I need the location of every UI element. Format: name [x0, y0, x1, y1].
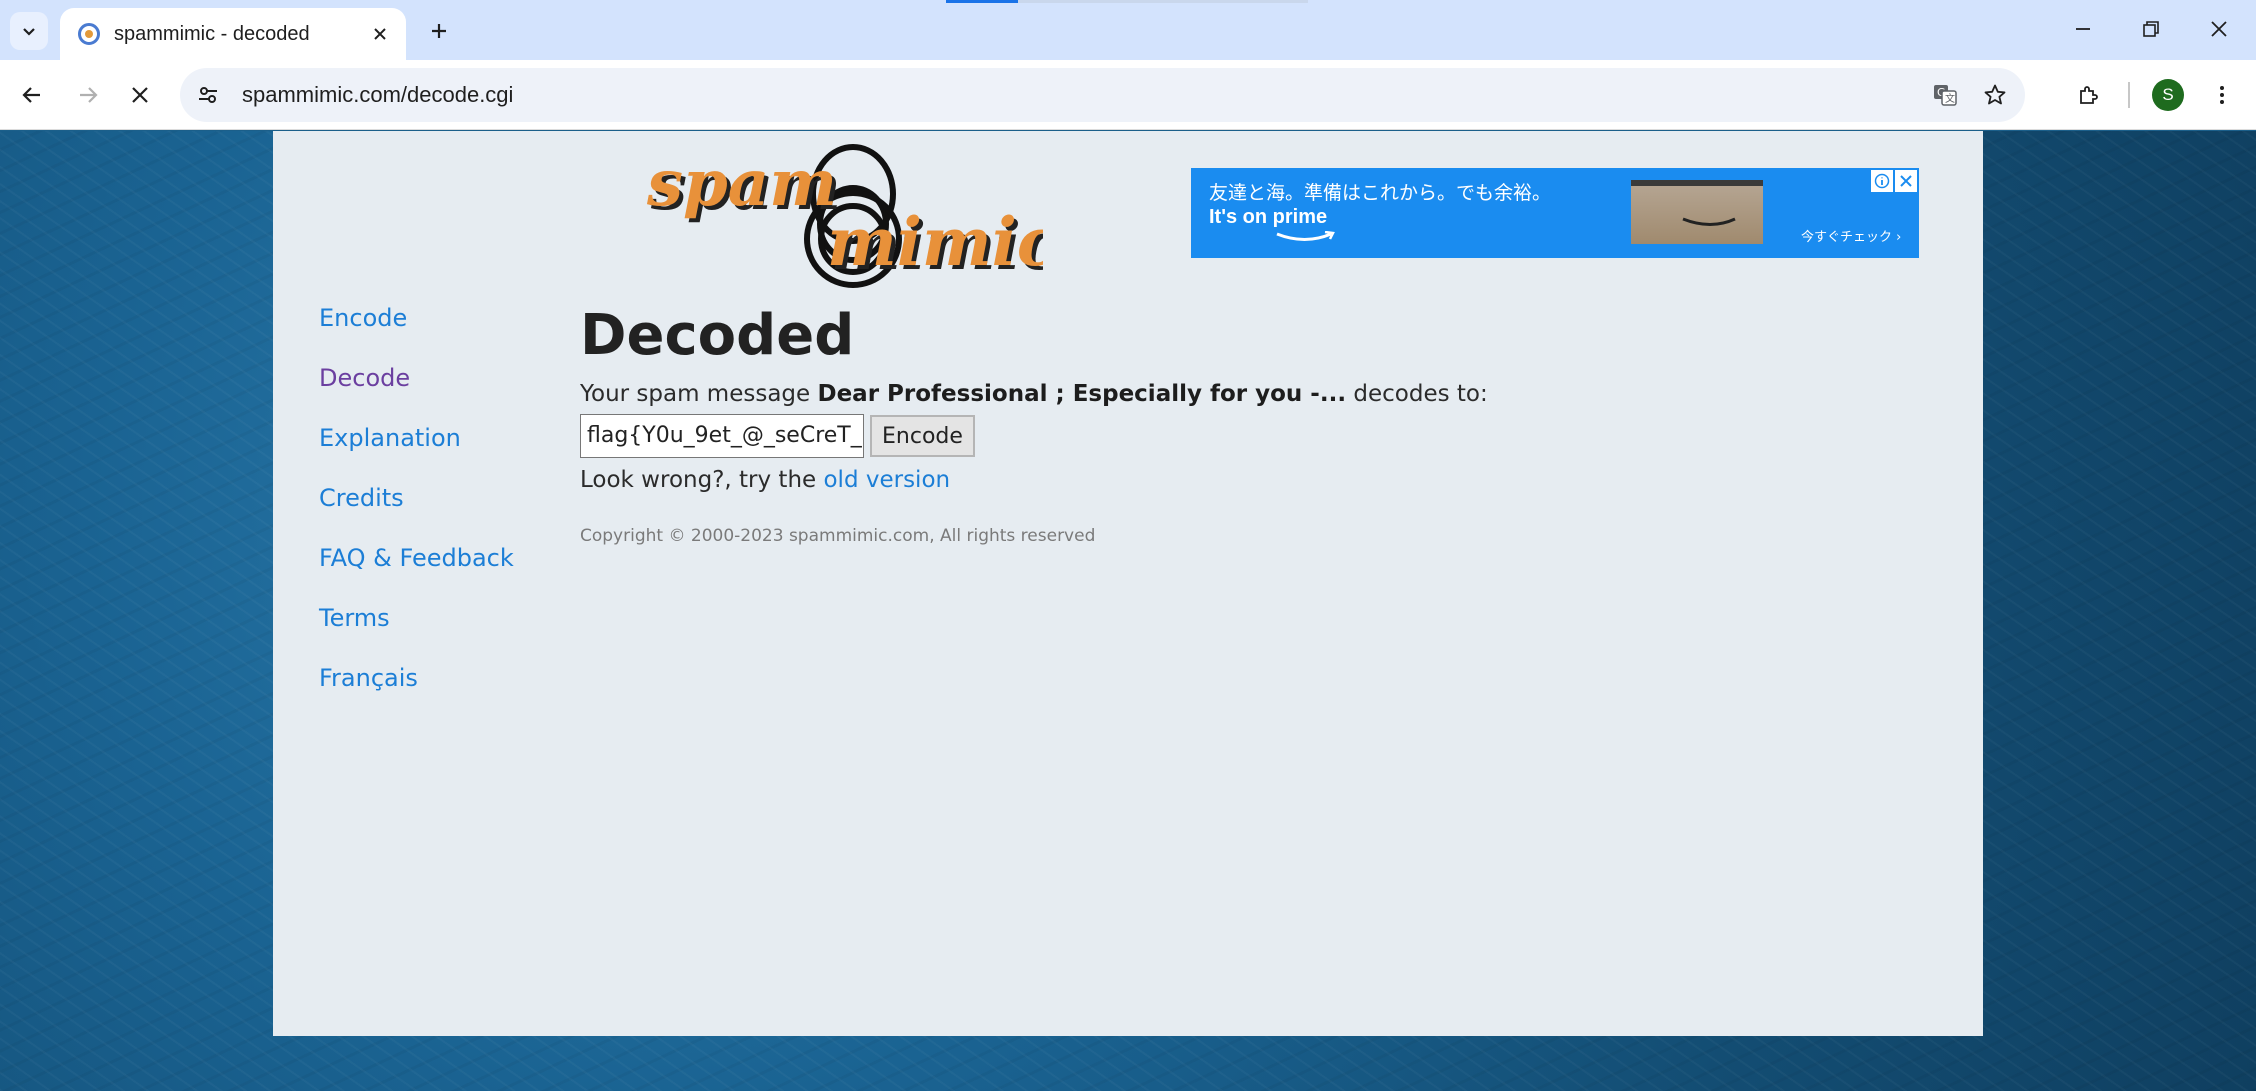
amazon-smile-icon — [1682, 217, 1736, 226]
spam-message-preview: Dear Professional ; Especially for you -… — [817, 381, 1347, 407]
look-wrong-text: Look wrong?, try the old version — [580, 460, 1780, 500]
minimize-button[interactable] — [2050, 8, 2116, 50]
browser-tab[interactable]: spammimic - decoded — [60, 8, 406, 60]
minimize-icon — [2076, 28, 2090, 30]
tab-close-button[interactable] — [364, 18, 396, 50]
ad-cta-link[interactable]: 今すぐチェック › — [1801, 226, 1901, 245]
decode-result-text: Your spam message Dear Professional ; Es… — [580, 376, 1780, 412]
browser-menu-button[interactable] — [2200, 73, 2244, 117]
restore-button[interactable] — [2118, 8, 2184, 50]
result-prefix: Your spam message — [580, 381, 818, 407]
amazon-smile-icon — [1276, 231, 1335, 241]
ad-prime-text: It's on prime — [1209, 206, 1328, 228]
spammimic-logo[interactable]: spam spam mimic mimic — [643, 139, 1043, 289]
look-wrong-prefix: Look wrong?, try the — [580, 467, 824, 493]
puzzle-icon — [2080, 86, 2098, 104]
close-window-button[interactable] — [2186, 8, 2252, 50]
arrow-left-icon — [22, 87, 40, 103]
tab-strip-divider — [1018, 0, 1308, 3]
close-icon — [132, 87, 148, 103]
url-text: spammimic.com/decode.cgi — [242, 82, 514, 107]
result-suffix: decodes to: — [1346, 381, 1488, 407]
address-bar[interactable]: spammimic.com/decode.cgi G文 — [180, 68, 2025, 122]
tab-title: spammimic - decoded — [114, 22, 310, 45]
logo-text-mimic: mimic — [827, 203, 1043, 281]
tab-loading-indicator — [946, 0, 1018, 3]
tab-strip: spammimic - decoded — [0, 0, 2256, 60]
page-title: Decoded — [580, 303, 855, 368]
page-viewport: spam spam mimic mimic 友達と海。準備はこれから。でも余裕。… — [0, 131, 2256, 1091]
ad-package-image — [1631, 180, 1763, 244]
site-info-button[interactable] — [186, 73, 230, 117]
sidebar-item-terms[interactable]: Terms — [319, 601, 539, 661]
close-icon — [374, 28, 386, 40]
sidebar-item-faq-feedback[interactable]: FAQ & Feedback — [319, 541, 539, 601]
info-icon — [1874, 173, 1890, 189]
ad-info-button[interactable] — [1871, 170, 1893, 192]
close-icon — [1900, 175, 1912, 187]
encode-button[interactable]: Encode — [870, 415, 975, 457]
bookmark-button[interactable] — [1975, 75, 2015, 115]
ad-headline: 友達と海。準備はこれから。でも余裕。 — [1209, 182, 1552, 204]
advertisement-banner[interactable]: 友達と海。準備はこれから。でも余裕。 It's on prime 今すぐチェック… — [1191, 168, 1919, 258]
browser-toolbar: spammimic.com/decode.cgi G文 S — [0, 60, 2256, 130]
main-content: Decoded Your spam message Dear Professio… — [580, 296, 1780, 546]
more-vert-icon — [2220, 86, 2224, 104]
sidebar-item-encode[interactable]: Encode — [319, 301, 539, 361]
tab-search-button[interactable] — [10, 12, 48, 50]
forward-button[interactable] — [66, 73, 110, 117]
close-icon — [2211, 21, 2227, 37]
back-button[interactable] — [10, 73, 54, 117]
new-tab-button[interactable] — [420, 12, 458, 50]
translate-button[interactable]: G文 — [1925, 75, 1965, 115]
plus-icon — [432, 24, 446, 38]
page-container: spam spam mimic mimic 友達と海。準備はこれから。でも余裕。… — [273, 131, 1983, 1036]
translate-icon: G文 — [1934, 85, 1957, 106]
sidebar-item-explanation[interactable]: Explanation — [319, 421, 539, 481]
avatar: S — [2152, 79, 2184, 111]
decoded-output-value: flag{Y0u_9et_@_seCreT_m — [587, 423, 864, 448]
profile-button[interactable]: S — [2146, 73, 2190, 117]
decoded-output-field[interactable]: flag{Y0u_9et_@_seCreT_m — [580, 414, 864, 458]
logo-text-spam: spam — [646, 146, 837, 221]
chevron-down-icon — [23, 28, 35, 36]
site-favicon-icon — [78, 23, 100, 45]
sidebar-item-decode[interactable]: Decode — [319, 361, 539, 421]
sidebar-item-francais[interactable]: Français — [319, 661, 539, 721]
extensions-button[interactable] — [2067, 73, 2111, 117]
tune-icon — [199, 87, 217, 103]
arrow-right-icon — [80, 87, 98, 103]
old-version-link[interactable]: old version — [823, 467, 950, 493]
ad-close-button[interactable] — [1895, 170, 1917, 192]
restore-icon — [2143, 21, 2159, 37]
decoded-form-row: flag{Y0u_9et_@_seCreT_m Encode — [580, 412, 1780, 460]
sidebar-nav: Encode Decode Explanation Credits FAQ & … — [319, 301, 539, 721]
copyright-text: Copyright © 2000-2023 spammimic.com, All… — [580, 526, 1096, 546]
toolbar-separator — [2128, 82, 2130, 108]
sidebar-item-credits[interactable]: Credits — [319, 481, 539, 541]
stop-loading-button[interactable] — [118, 73, 162, 117]
star-icon — [1984, 84, 2006, 105]
svg-text:文: 文 — [1945, 92, 1955, 105]
